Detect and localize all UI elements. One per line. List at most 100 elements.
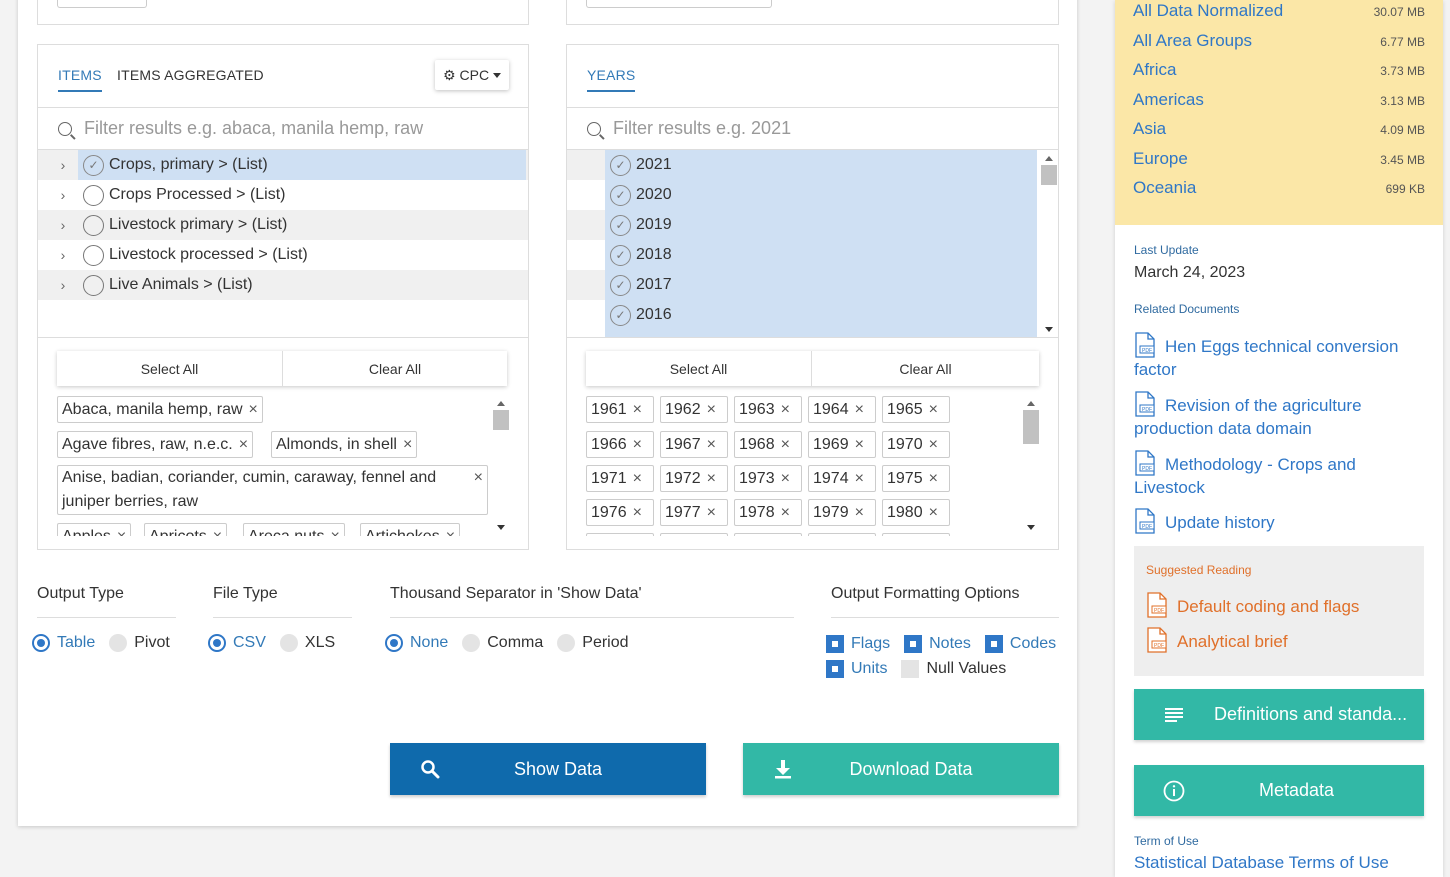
radio-xls[interactable] [279, 634, 298, 652]
checkbox-units[interactable] [826, 660, 844, 678]
close-icon[interactable]: × [633, 470, 642, 488]
list-item[interactable]: ✓ 2021 [605, 150, 1037, 180]
bulk-download-item[interactable]: All Area Groups 6.77 MB [1133, 31, 1425, 51]
scroll-thumb[interactable] [1041, 165, 1057, 185]
tree-row[interactable]: › Crops Processed > (List) [38, 180, 528, 210]
close-icon[interactable]: × [781, 401, 790, 419]
list-item[interactable]: ✓ 2019 [605, 210, 1037, 240]
list-item[interactable]: ✓ 2018 [605, 240, 1037, 270]
close-icon[interactable]: × [707, 401, 716, 419]
close-icon[interactable]: × [707, 504, 716, 522]
tree-row[interactable]: › Livestock primary > (List) [38, 210, 528, 240]
related-doc-link[interactable]: PDF Hen Eggs technical conversion factor [1134, 332, 1424, 381]
close-icon[interactable]: × [446, 528, 455, 537]
element-select[interactable] [586, 0, 772, 8]
years-clear-all-button[interactable]: Clear All [811, 351, 1039, 386]
year-chips-scrollbar[interactable] [1023, 395, 1039, 536]
close-icon[interactable]: × [633, 504, 642, 522]
close-icon[interactable]: × [929, 436, 938, 454]
definitions-button[interactable]: Definitions and standa... [1134, 689, 1424, 740]
area-select[interactable] [57, 0, 147, 8]
suggested-link[interactable]: PDF Default coding and flags [1146, 592, 1359, 618]
chips-scrollbar[interactable] [493, 395, 509, 536]
bulk-download-name[interactable]: All Data Normalized [1133, 1, 1283, 21]
bulk-download-item[interactable]: All Data Normalized 30.07 MB [1133, 1, 1425, 21]
close-icon[interactable]: × [633, 436, 642, 454]
close-icon[interactable]: × [929, 504, 938, 522]
bulk-download-item[interactable]: Oceania 699 KB [1133, 178, 1425, 198]
check-circle-icon[interactable]: ✓ [610, 244, 631, 266]
radio-csv-label[interactable]: CSV [233, 634, 266, 652]
list-item[interactable]: ✓ 2016 [605, 300, 1037, 330]
bulk-download-item[interactable]: Africa 3.73 MB [1133, 60, 1425, 80]
bulk-download-name[interactable]: All Area Groups [1133, 31, 1252, 51]
bulk-download-name[interactable]: Oceania [1133, 178, 1196, 198]
circle-icon[interactable] [83, 214, 104, 236]
close-icon[interactable]: × [330, 528, 339, 537]
radio-period[interactable] [557, 634, 576, 652]
items-select-all-button[interactable]: Select All [57, 351, 282, 386]
bulk-download-name[interactable]: Europe [1133, 149, 1188, 169]
scroll-up-icon[interactable] [1045, 156, 1053, 161]
bulk-download-name[interactable]: Asia [1133, 119, 1166, 139]
checkbox-codes-label[interactable]: Codes [1010, 635, 1056, 653]
tree-row[interactable]: › ✓ Crops, primary > (List) [38, 150, 528, 180]
close-icon[interactable]: × [855, 504, 864, 522]
terms-link[interactable]: Statistical Database Terms of Use [1134, 853, 1389, 873]
checkbox-null-values-label[interactable]: Null Values [926, 660, 1006, 678]
metadata-button[interactable]: Metadata [1134, 765, 1424, 816]
radio-xls-label[interactable]: XLS [305, 634, 335, 652]
classification-dropdown[interactable]: ⚙ CPC [435, 60, 509, 90]
years-select-all-button[interactable]: Select All [586, 351, 811, 386]
scroll-thumb[interactable] [493, 410, 509, 430]
related-doc-link[interactable]: PDF Update history [1134, 508, 1424, 534]
tab-years[interactable]: YEARS [587, 67, 636, 92]
scroll-up-icon[interactable] [497, 401, 505, 406]
scroll-down-icon[interactable] [1045, 327, 1053, 332]
close-icon[interactable]: × [474, 466, 483, 490]
check-circle-icon[interactable]: ✓ [610, 304, 631, 326]
close-icon[interactable]: × [117, 528, 126, 537]
tab-items[interactable]: ITEMS [58, 67, 102, 92]
scroll-down-icon[interactable] [497, 525, 505, 530]
close-icon[interactable]: × [855, 470, 864, 488]
circle-icon[interactable] [83, 274, 104, 296]
close-icon[interactable]: × [781, 436, 790, 454]
check-circle-icon[interactable]: ✓ [610, 274, 631, 296]
related-doc-link[interactable]: PDF Revision of the agriculture productio… [1134, 391, 1424, 440]
close-icon[interactable]: × [239, 436, 248, 454]
chevron-right-icon[interactable]: › [48, 217, 78, 233]
radio-period-label[interactable]: Period [582, 634, 628, 652]
close-icon[interactable]: × [633, 401, 642, 419]
tree-row[interactable]: › Live Animals > (List) [38, 270, 528, 300]
checkbox-notes[interactable] [904, 635, 923, 653]
checkbox-units-label[interactable]: Units [851, 660, 887, 678]
show-data-button[interactable]: Show Data [390, 743, 706, 795]
checkbox-null-values[interactable] [901, 660, 920, 678]
check-circle-icon[interactable]: ✓ [610, 184, 631, 206]
close-icon[interactable]: × [855, 436, 864, 454]
close-icon[interactable]: × [707, 470, 716, 488]
scroll-down-icon[interactable] [1027, 525, 1035, 530]
radio-comma-label[interactable]: Comma [487, 634, 543, 652]
close-icon[interactable]: × [929, 470, 938, 488]
circle-icon[interactable] [83, 244, 104, 266]
close-icon[interactable]: × [213, 528, 222, 537]
close-icon[interactable]: × [855, 401, 864, 419]
radio-table-label[interactable]: Table [57, 634, 95, 652]
years-filter[interactable]: Filter results e.g. 2021 [567, 108, 1058, 150]
check-circle-icon[interactable]: ✓ [610, 214, 631, 236]
list-item[interactable]: ✓ 2017 [605, 270, 1037, 300]
bulk-download-name[interactable]: Africa [1133, 60, 1176, 80]
radio-none-label[interactable]: None [410, 634, 448, 652]
list-item[interactable]: ✓ 2020 [605, 180, 1037, 210]
checkbox-notes-label[interactable]: Notes [929, 635, 971, 653]
download-data-button[interactable]: Download Data [743, 743, 1059, 795]
items-clear-all-button[interactable]: Clear All [282, 351, 507, 386]
radio-pivot[interactable] [109, 634, 128, 652]
checkbox-flags[interactable] [826, 635, 844, 653]
bulk-download-item[interactable]: Europe 3.45 MB [1133, 149, 1425, 169]
close-icon[interactable]: × [403, 436, 412, 454]
bulk-download-name[interactable]: Americas [1133, 90, 1204, 110]
close-icon[interactable]: × [707, 436, 716, 454]
